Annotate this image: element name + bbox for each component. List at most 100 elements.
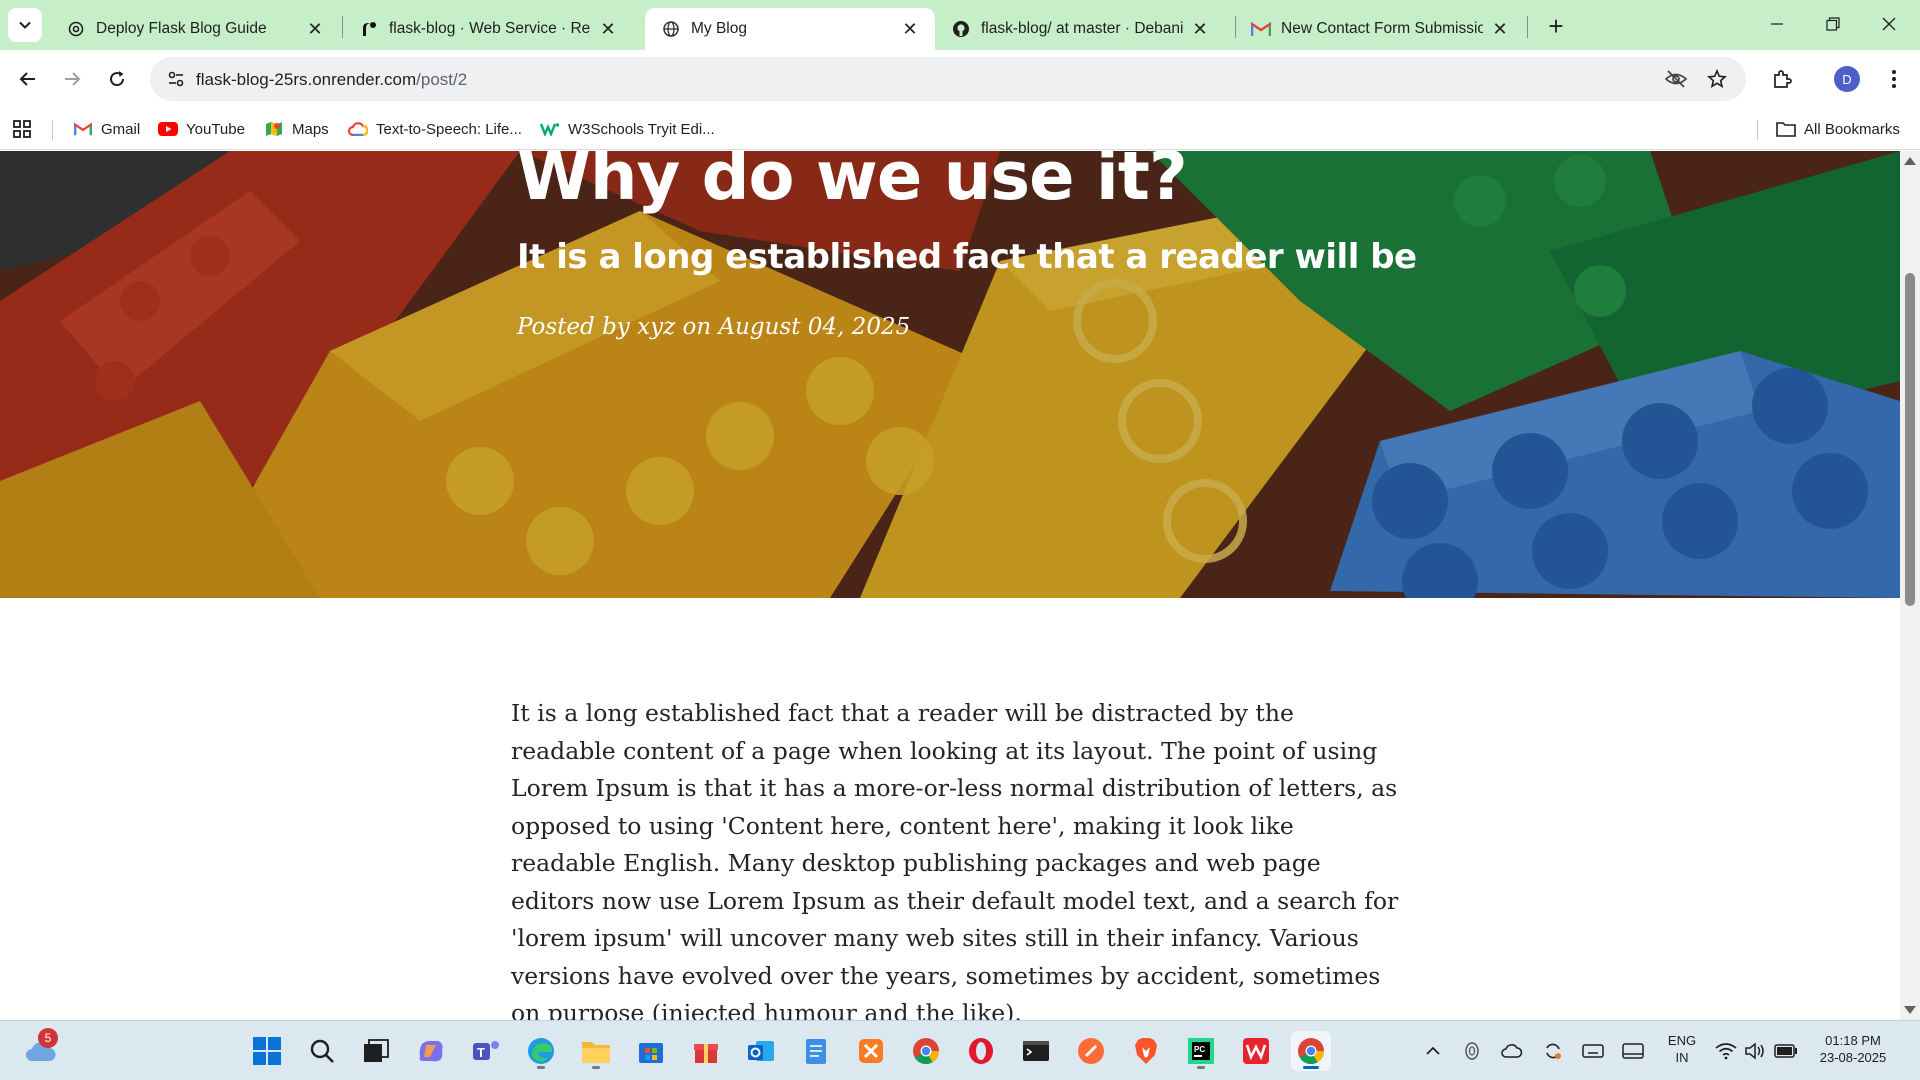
extensions-button[interactable] — [1762, 59, 1802, 99]
weather-badge: 5 — [38, 1028, 58, 1048]
volume-icon[interactable] — [1743, 1039, 1767, 1063]
bookmark-separator — [52, 120, 53, 140]
tab-render-web-service[interactable]: flask-blog · Web Service · Render ✕ — [343, 8, 633, 50]
battery-icon[interactable] — [1774, 1039, 1798, 1063]
opera-app[interactable] — [961, 1031, 1001, 1071]
file-explorer-icon — [582, 1042, 610, 1063]
show-hidden-icons-button[interactable] — [1421, 1039, 1445, 1063]
chrome-active-app[interactable] — [1291, 1031, 1331, 1071]
post-subtitle: It is a long established fact that a rea… — [517, 237, 1417, 277]
bookmark-maps[interactable]: Maps — [264, 117, 329, 141]
close-tab-icon[interactable]: ✕ — [304, 18, 326, 40]
onedrive-icon[interactable] — [1500, 1039, 1524, 1063]
wps-icon — [1243, 1038, 1269, 1064]
apps-button[interactable] — [12, 117, 32, 141]
notepad-app[interactable] — [796, 1031, 836, 1071]
forward-button[interactable] — [52, 59, 92, 99]
site-info-icon[interactable] — [160, 63, 192, 95]
brave-app[interactable] — [1126, 1031, 1166, 1071]
tab-github-flask-blog[interactable]: flask-blog/ at master · DebanilB ✕ — [935, 8, 1225, 50]
bookmark-youtube[interactable]: YouTube — [158, 117, 245, 141]
gift-app[interactable] — [686, 1031, 726, 1071]
tab-deploy-flask-blog-guide[interactable]: Deploy Flask Blog Guide ✕ — [50, 8, 340, 50]
bookmark-w3schools[interactable]: W3Schools Tryit Edi... — [540, 117, 715, 141]
tab-search-button[interactable] — [8, 8, 42, 42]
gmail-icon — [73, 119, 93, 139]
input-language[interactable]: ENG IN — [1664, 1032, 1700, 1066]
scroll-up-icon[interactable] — [1904, 157, 1916, 165]
wps-office-app[interactable] — [1236, 1031, 1276, 1071]
wifi-icon[interactable] — [1714, 1039, 1738, 1063]
outlook-app[interactable] — [741, 1031, 781, 1071]
url-text[interactable]: flask-blog-25rs.onrender.com/post/2 — [196, 70, 467, 90]
tab-title: My Blog — [691, 20, 747, 37]
search-icon — [310, 1039, 334, 1063]
language-code: ENG — [1667, 1033, 1697, 1048]
copilot-app[interactable] — [411, 1031, 451, 1071]
copilot-tray-icon[interactable] — [1460, 1039, 1484, 1063]
close-tab-icon[interactable]: ✕ — [899, 18, 921, 40]
clock[interactable]: 01:18 PM 23-08-2025 — [1808, 1032, 1898, 1066]
taskbar-search[interactable] — [302, 1031, 342, 1071]
terminal-icon — [1023, 1041, 1049, 1061]
close-tab-icon[interactable]: ✕ — [1189, 18, 1211, 40]
back-button[interactable] — [8, 59, 48, 99]
bookmark-label: Maps — [292, 120, 329, 138]
post-meta: Posted by xyz on August 04, 2025 — [517, 314, 911, 340]
tab-my-blog[interactable]: My Blog ✕ — [645, 8, 935, 50]
notepad-icon — [806, 1039, 826, 1064]
teams-app[interactable]: T — [466, 1031, 506, 1071]
sync-icon[interactable] — [1541, 1039, 1565, 1063]
close-tab-icon[interactable]: ✕ — [597, 18, 619, 40]
terminal-app[interactable] — [1016, 1031, 1056, 1071]
restore-button[interactable] — [1806, 4, 1860, 44]
render-icon — [359, 19, 379, 39]
bookmark-label: W3Schools Tryit Edi... — [568, 120, 715, 138]
url-host: flask-blog-25rs.onrender.com — [196, 70, 417, 89]
address-bar[interactable]: flask-blog-25rs.onrender.com/post/2 — [150, 57, 1746, 101]
profile-avatar[interactable]: D — [1834, 66, 1860, 92]
task-view-button[interactable] — [356, 1031, 396, 1071]
minimize-button[interactable] — [1750, 4, 1804, 44]
bookmark-text-to-speech[interactable]: Text-to-Speech: Life... — [348, 117, 522, 141]
svg-text:PC: PC — [1194, 1045, 1205, 1054]
postman-app[interactable] — [1071, 1031, 1111, 1071]
eye-off-icon[interactable] — [1660, 63, 1692, 95]
puzzle-icon — [1774, 70, 1792, 88]
keyboard-icon[interactable] — [1581, 1039, 1605, 1063]
xampp-app[interactable] — [851, 1031, 891, 1071]
microsoft-store-app[interactable] — [631, 1031, 671, 1071]
reload-button[interactable] — [97, 59, 137, 99]
bookmark-gmail[interactable]: Gmail — [73, 117, 140, 141]
arrow-right-icon — [65, 72, 81, 86]
close-window-button[interactable] — [1862, 4, 1916, 44]
page-scrollbar[interactable] — [1900, 151, 1920, 1020]
reload-icon — [110, 71, 125, 87]
new-tab-button[interactable]: + — [1540, 10, 1572, 41]
close-icon — [1882, 17, 1896, 31]
tab-title: New Contact Form Submission — [1281, 20, 1483, 37]
clock-time: 01:18 PM — [1825, 1033, 1881, 1048]
pycharm-app[interactable]: PC — [1181, 1031, 1221, 1071]
post-body-text: It is a long established fact that a rea… — [511, 699, 1399, 1020]
post-header-hero: Why do we use it? It is a long establish… — [0, 151, 1900, 598]
tab-new-contact-form-submission[interactable]: New Contact Form Submission ✕ — [1235, 8, 1525, 50]
close-tab-icon[interactable]: ✕ — [1489, 18, 1511, 40]
touchpad-icon[interactable] — [1621, 1039, 1645, 1063]
restore-icon — [1826, 17, 1840, 31]
bookmark-star-icon[interactable] — [1701, 63, 1733, 95]
scroll-down-icon[interactable] — [1904, 1006, 1916, 1014]
maps-icon — [264, 119, 284, 139]
start-button[interactable] — [247, 1031, 287, 1071]
windows-start-icon — [253, 1037, 281, 1065]
scroll-thumb[interactable] — [1905, 273, 1915, 606]
globe-icon — [661, 19, 681, 39]
all-bookmarks-button[interactable]: All Bookmarks — [1776, 117, 1900, 141]
menu-button[interactable] — [1874, 59, 1914, 99]
w3schools-icon — [540, 119, 560, 139]
plus-icon: + — [1548, 10, 1564, 41]
file-explorer-app[interactable] — [576, 1031, 616, 1071]
microsoft-store-icon — [639, 1043, 663, 1063]
chrome-app[interactable] — [906, 1031, 946, 1071]
edge-app[interactable] — [521, 1031, 561, 1071]
